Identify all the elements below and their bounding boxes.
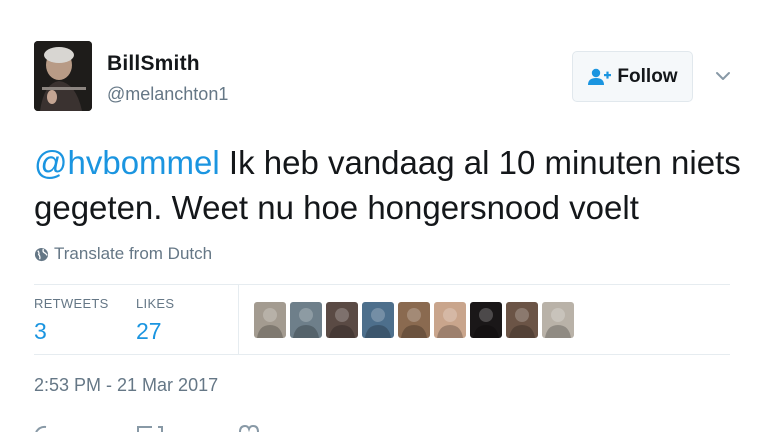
liker-avatar[interactable] — [290, 302, 322, 338]
follow-button-label: Follow — [617, 65, 678, 87]
stats-vertical-divider — [238, 284, 239, 354]
likers-avatars — [254, 302, 574, 338]
tweet-text: @hvbommel Ik heb vandaag al 10 minuten n… — [34, 140, 754, 230]
user-handle[interactable]: @melanchton1 — [107, 84, 228, 105]
stats-top-divider — [34, 284, 730, 285]
mention-link[interactable]: @hvbommel — [34, 144, 220, 181]
chevron-down-icon[interactable] — [713, 66, 733, 86]
retweet-icon[interactable] — [137, 426, 163, 432]
likes-count[interactable]: 27 — [136, 318, 162, 345]
liker-avatar[interactable] — [326, 302, 358, 338]
profile-photo — [34, 41, 92, 111]
translate-link[interactable]: Translate from Dutch — [34, 244, 212, 264]
avatar[interactable] — [34, 41, 92, 111]
liker-avatar[interactable] — [470, 302, 502, 338]
display-name[interactable]: BillSmith — [107, 52, 200, 76]
liker-avatar[interactable] — [254, 302, 286, 338]
liker-avatar[interactable] — [362, 302, 394, 338]
globe-icon — [34, 247, 49, 261]
follow-button[interactable]: Follow — [572, 51, 693, 102]
tweet-actions-bar — [35, 424, 259, 432]
tweet-timestamp[interactable]: 2:53 PM - 21 Mar 2017 — [34, 375, 218, 396]
liker-avatar[interactable] — [434, 302, 466, 338]
retweets-label: RETWEETS — [34, 296, 109, 311]
stats-bottom-divider — [34, 354, 730, 355]
reply-icon[interactable] — [35, 425, 47, 432]
likes-label: LIKES — [136, 296, 175, 311]
retweets-count[interactable]: 3 — [34, 318, 47, 345]
liker-avatar[interactable] — [398, 302, 430, 338]
like-icon[interactable] — [239, 424, 259, 432]
add-user-icon — [588, 68, 612, 85]
liker-avatar[interactable] — [506, 302, 538, 338]
translate-label: Translate from Dutch — [54, 244, 213, 263]
liker-avatar[interactable] — [542, 302, 574, 338]
